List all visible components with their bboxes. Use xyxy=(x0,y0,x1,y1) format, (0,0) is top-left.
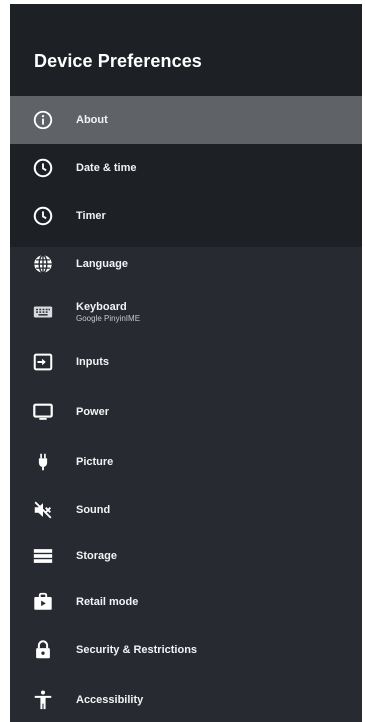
menu-item-label: Sound xyxy=(76,504,111,516)
keyboard-icon xyxy=(31,300,55,324)
settings-panel: Device Preferences About Date & time Tim… xyxy=(10,4,362,722)
menu-item-inputs[interactable]: Inputs xyxy=(10,338,362,386)
lock-icon xyxy=(31,638,55,662)
menu-item-label: Security & Restrictions xyxy=(76,644,198,656)
menu-item-keyboard[interactable]: Keyboard Google PinyinIME xyxy=(10,288,362,336)
menu-item-label: Storage xyxy=(76,550,117,562)
menu-item-sublabel: Google PinyinIME xyxy=(76,314,141,323)
menu-item-sound[interactable]: Sound xyxy=(10,486,362,534)
menu-item-label: Language xyxy=(76,258,128,270)
menu-item-label: Power xyxy=(76,406,110,418)
menu-item-storage[interactable]: Storage xyxy=(10,532,362,580)
menu-item-accessibility[interactable]: Accessibility xyxy=(10,676,362,722)
menu-item-label: Timer xyxy=(76,210,106,222)
retail-icon xyxy=(31,590,55,614)
menu-item-label: About xyxy=(76,114,108,126)
monitor-icon xyxy=(31,400,55,424)
menu-item-label: Keyboard xyxy=(76,301,127,313)
input-icon xyxy=(31,350,55,374)
storage-icon xyxy=(31,544,55,568)
menu-item-label: Retail mode xyxy=(76,596,139,608)
menu-item-about[interactable]: About xyxy=(10,96,362,144)
menu-item-language[interactable]: Language xyxy=(10,240,362,288)
menu-item-label: Picture xyxy=(76,456,114,468)
menu-item-label: Inputs xyxy=(76,356,109,368)
plug-icon xyxy=(31,450,55,474)
menu-item-label: Accessibility xyxy=(76,694,144,706)
info-icon xyxy=(31,108,55,132)
globe-icon xyxy=(31,252,55,276)
menu-item-security-restrictions[interactable]: Security & Restrictions xyxy=(10,626,362,674)
clock-icon xyxy=(31,156,55,180)
timer-icon xyxy=(31,204,55,228)
menu-item-picture[interactable]: Picture xyxy=(10,438,362,486)
page-title: Device Preferences xyxy=(34,51,202,71)
menu-item-label: Date & time xyxy=(76,162,137,174)
menu-item-timer[interactable]: Timer xyxy=(10,192,362,240)
menu-item-power[interactable]: Power xyxy=(10,388,362,436)
accessibility-icon xyxy=(31,688,55,712)
menu-item-retail-mode[interactable]: Retail mode xyxy=(10,578,362,626)
menu-item-date-time[interactable]: Date & time xyxy=(10,144,362,192)
mute-icon xyxy=(31,498,55,522)
